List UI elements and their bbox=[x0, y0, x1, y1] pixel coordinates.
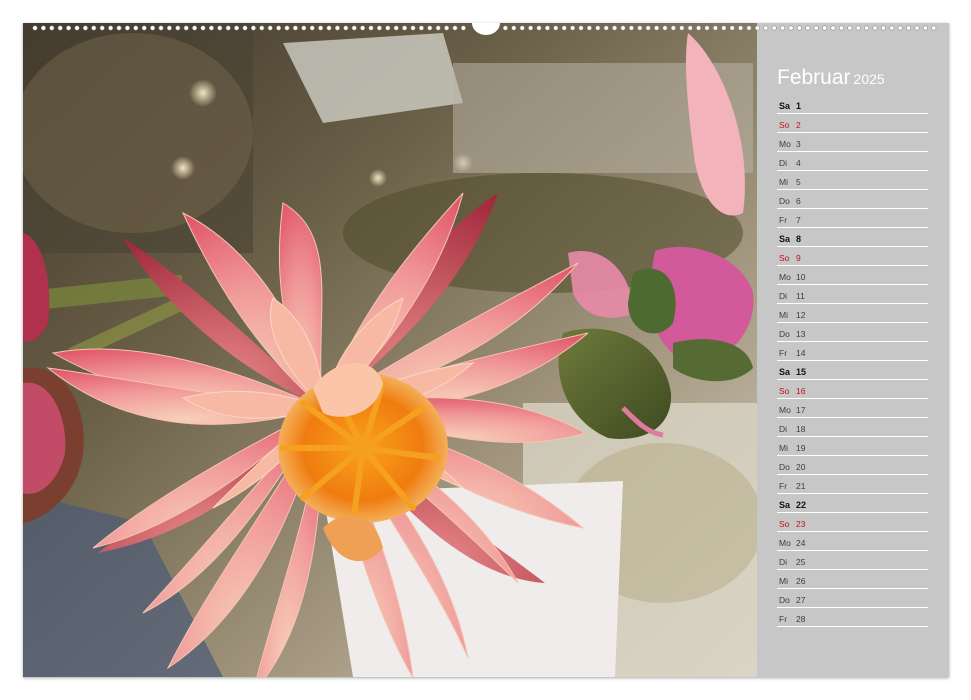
weekday-label: Do bbox=[779, 196, 790, 206]
day-number: 6 bbox=[796, 196, 801, 206]
month-name: Februar bbox=[777, 66, 851, 89]
weekday-label: Fr bbox=[779, 614, 788, 624]
day-row: Sa 1 bbox=[777, 96, 928, 114]
weekday-label: So bbox=[779, 519, 790, 529]
day-row: Mo 10 bbox=[777, 267, 928, 285]
weekday-label: Sa bbox=[779, 500, 791, 510]
day-number: 10 bbox=[796, 272, 806, 282]
weekday-label: Mi bbox=[779, 576, 788, 586]
weekday-label: Do bbox=[779, 329, 790, 339]
day-number: 24 bbox=[796, 538, 806, 548]
weekday-label: Mi bbox=[779, 443, 788, 453]
day-row: Fr 14 bbox=[777, 343, 928, 361]
day-number: 2 bbox=[796, 120, 801, 130]
day-row: Fr 28 bbox=[777, 609, 928, 627]
weekday-label: Do bbox=[779, 595, 790, 605]
day-number: 20 bbox=[796, 462, 806, 472]
month-title: Februar 2025 bbox=[777, 66, 885, 90]
water-lily-photo bbox=[23, 23, 757, 677]
weekday-label: Fr bbox=[779, 348, 788, 358]
day-number: 3 bbox=[796, 139, 801, 149]
day-row: Mi 26 bbox=[777, 571, 928, 589]
weekday-label: Fr bbox=[779, 215, 788, 225]
weekday-label: Mo bbox=[779, 538, 791, 548]
day-list: Sa 1 So 2 Mo 3 Di 4 Mi 5 Do 6 Fr 7 Sa 8 So 9 Mo 10 Di 11 Mi 12 D… bbox=[777, 96, 928, 628]
day-row: Di 4 bbox=[777, 153, 928, 171]
day-number: 27 bbox=[796, 595, 806, 605]
weekday-label: Di bbox=[779, 424, 788, 434]
weekday-label: Di bbox=[779, 557, 788, 567]
weekday-label: Mi bbox=[779, 177, 788, 187]
day-number: 28 bbox=[796, 614, 806, 624]
day-number: 19 bbox=[796, 443, 806, 453]
day-row: Di 11 bbox=[777, 286, 928, 304]
weekday-label: So bbox=[779, 120, 790, 130]
weekday-label: Sa bbox=[779, 101, 791, 111]
day-number: 9 bbox=[796, 253, 801, 263]
day-number: 15 bbox=[796, 367, 807, 377]
day-row: Mi 12 bbox=[777, 305, 928, 323]
day-number: 1 bbox=[796, 101, 802, 111]
day-number: 21 bbox=[796, 481, 806, 491]
day-number: 26 bbox=[796, 576, 806, 586]
weekday-label: Fr bbox=[779, 481, 788, 491]
day-number: 7 bbox=[796, 215, 801, 225]
calendar-page: Februar 2025 Sa 1 So 2 Mo 3 Di 4 Mi 5 Do 6 Fr 7 Sa 8 So 9 M… bbox=[23, 23, 949, 677]
day-row: Mo 24 bbox=[777, 533, 928, 551]
day-number: 13 bbox=[796, 329, 806, 339]
weekday-label: Di bbox=[779, 291, 788, 301]
day-row: Mo 3 bbox=[777, 134, 928, 152]
weekday-label: So bbox=[779, 253, 790, 263]
day-row: So 2 bbox=[777, 115, 928, 133]
day-row: Di 18 bbox=[777, 419, 928, 437]
day-row: So 23 bbox=[777, 514, 928, 532]
day-row: Mi 5 bbox=[777, 172, 928, 190]
day-row: So 9 bbox=[777, 248, 928, 266]
day-number: 17 bbox=[796, 405, 806, 415]
weekday-label: Sa bbox=[779, 234, 791, 244]
day-number: 12 bbox=[796, 310, 806, 320]
day-row: Do 6 bbox=[777, 191, 928, 209]
day-number: 14 bbox=[796, 348, 806, 358]
weekday-label: Do bbox=[779, 462, 790, 472]
day-row: Fr 21 bbox=[777, 476, 928, 494]
day-number: 23 bbox=[796, 519, 806, 529]
weekday-label: So bbox=[779, 386, 790, 396]
calendar-panel: Februar 2025 Sa 1 So 2 Mo 3 Di 4 Mi 5 Do 6 Fr 7 Sa 8 So 9 M… bbox=[757, 23, 949, 677]
weekday-label: Mi bbox=[779, 310, 788, 320]
day-row: Sa 15 bbox=[777, 362, 928, 380]
day-number: 25 bbox=[796, 557, 806, 567]
day-number: 16 bbox=[796, 386, 806, 396]
weekday-label: Sa bbox=[779, 367, 791, 377]
day-row: Do 20 bbox=[777, 457, 928, 475]
day-number: 22 bbox=[796, 500, 807, 510]
month-year: 2025 bbox=[853, 71, 885, 87]
weekday-label: Di bbox=[779, 158, 788, 168]
day-row: Sa 22 bbox=[777, 495, 928, 513]
day-row: Do 27 bbox=[777, 590, 928, 608]
day-row: Do 13 bbox=[777, 324, 928, 342]
weekday-label: Mo bbox=[779, 272, 791, 282]
day-row: So 16 bbox=[777, 381, 928, 399]
day-row: Mo 17 bbox=[777, 400, 928, 418]
day-row: Fr 7 bbox=[777, 210, 928, 228]
day-row: Di 25 bbox=[777, 552, 928, 570]
day-row: Mi 19 bbox=[777, 438, 928, 456]
weekday-label: Mo bbox=[779, 139, 791, 149]
day-number: 11 bbox=[796, 291, 805, 301]
day-number: 5 bbox=[796, 177, 801, 187]
day-number: 8 bbox=[796, 234, 802, 244]
day-number: 18 bbox=[796, 424, 806, 434]
day-row: Sa 8 bbox=[777, 229, 928, 247]
day-number: 4 bbox=[796, 158, 801, 168]
weekday-label: Mo bbox=[779, 405, 791, 415]
